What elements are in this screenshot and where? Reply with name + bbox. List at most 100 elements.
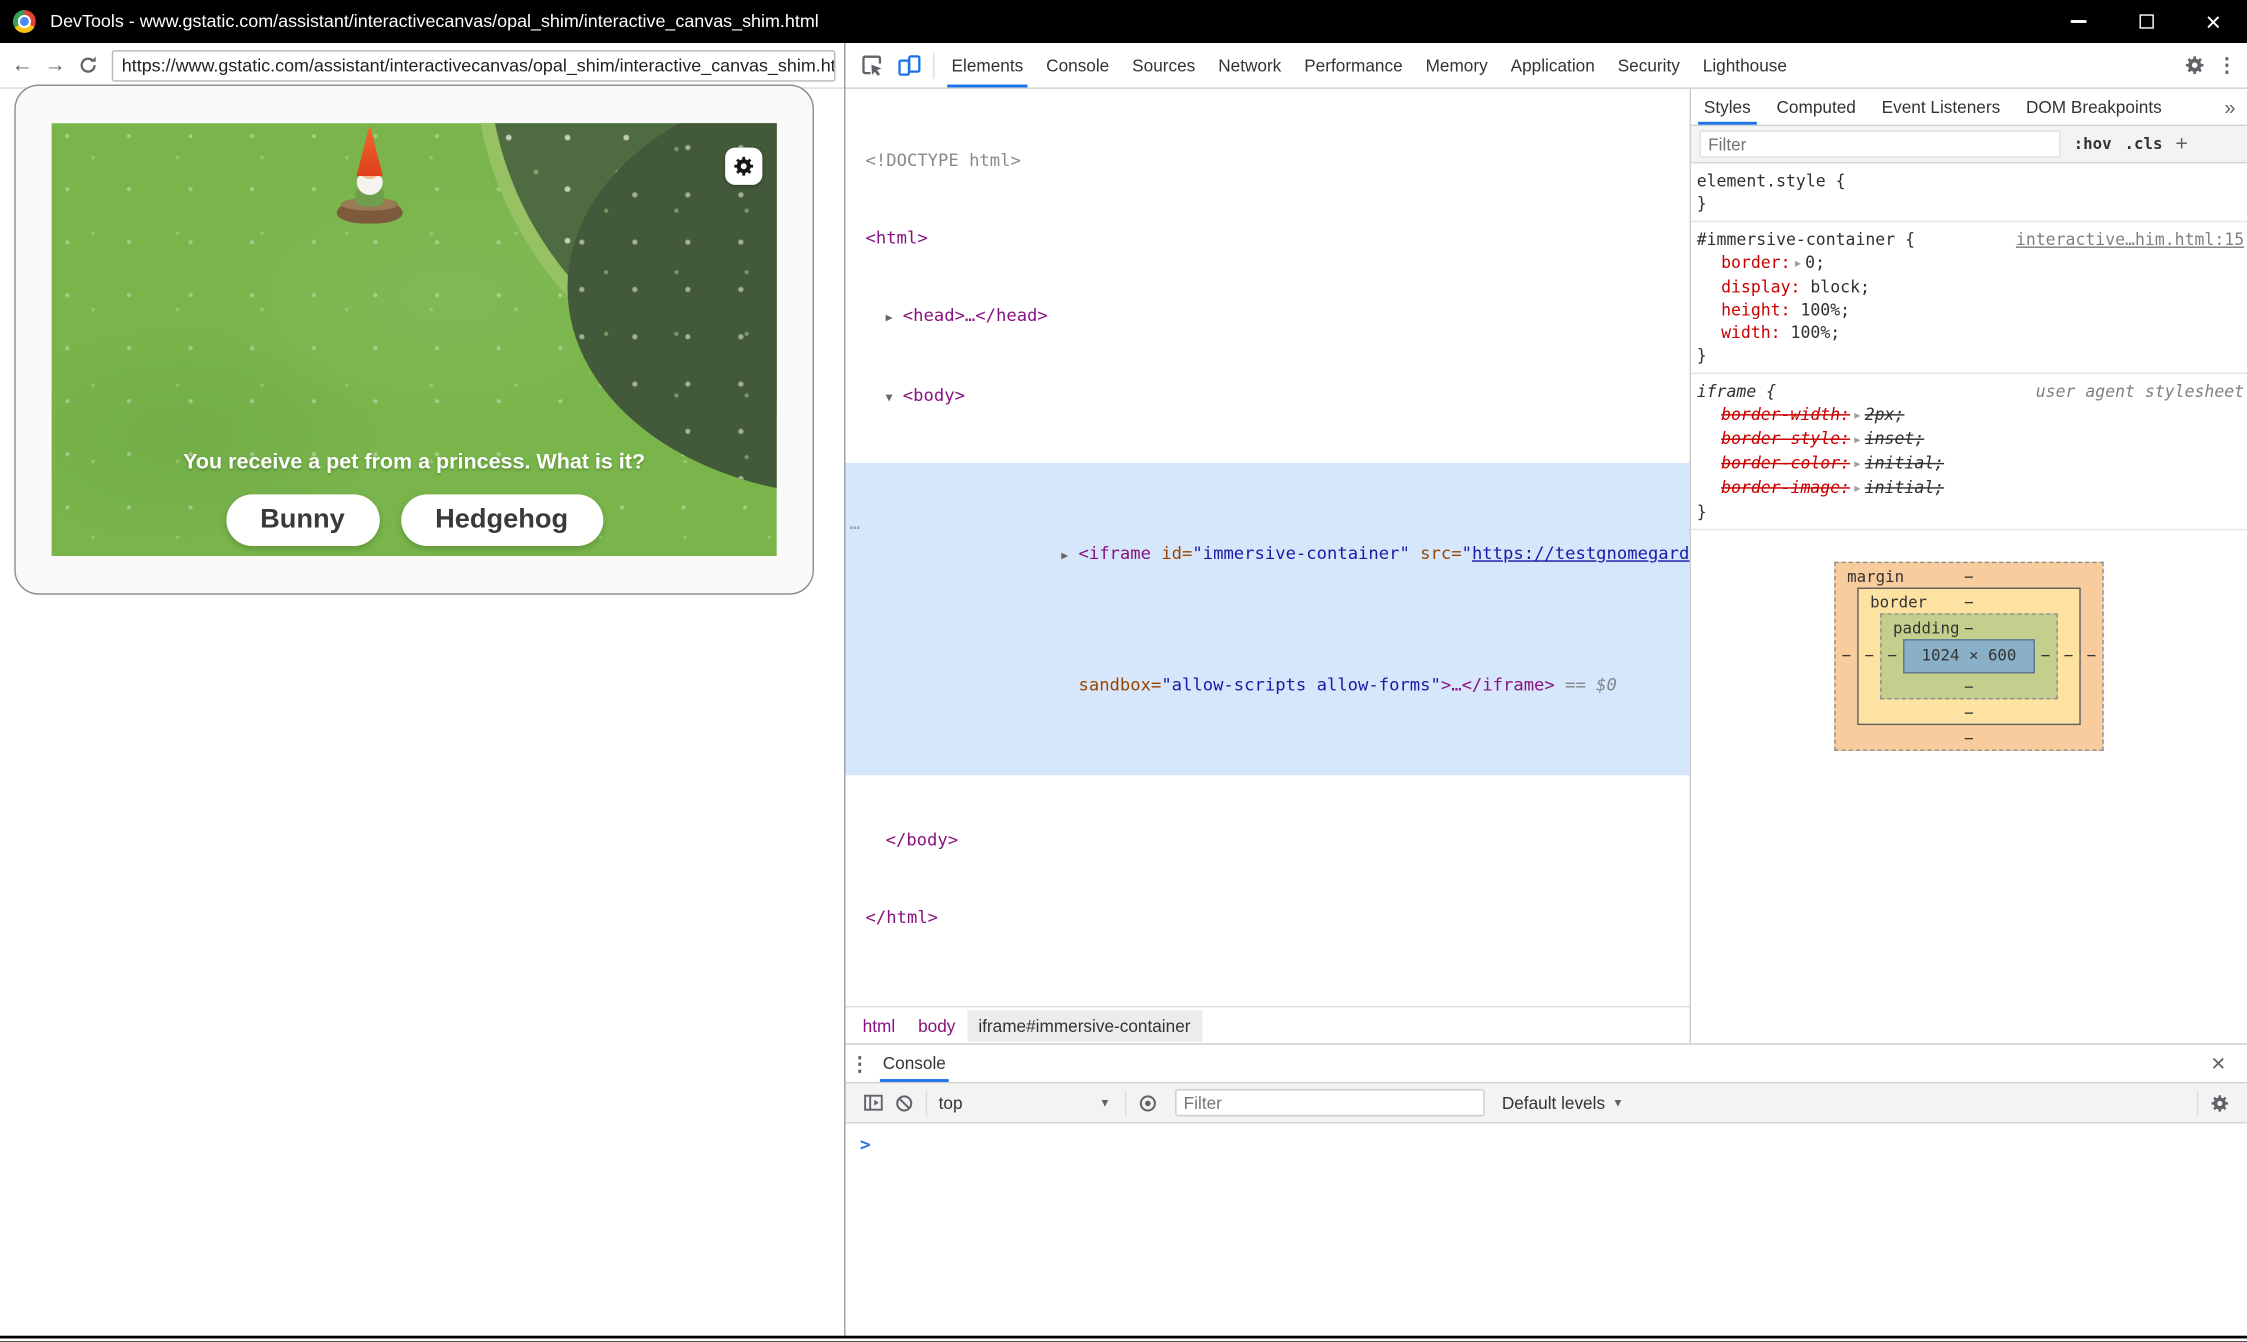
clear-console-icon [894,1093,914,1113]
css-property[interactable]: border:▶0; [1697,251,2244,275]
box-model-padding: padding− − 1024 × 600 − − [1880,613,2058,699]
eye-icon [1138,1093,1158,1113]
crumb-iframe[interactable]: iframe#immersive-container [967,1010,1202,1042]
console-drawer: ⋮ Console top ▼ Default le [845,1043,2247,1335]
minimize-icon [2071,20,2087,22]
clear-console-button[interactable] [888,1087,920,1119]
close-icon [2204,12,2223,31]
tab-security[interactable]: Security [1606,43,1691,87]
styles-filter-bar: :hov .cls + [1691,126,2247,163]
close-drawer-button[interactable] [2201,1045,2235,1082]
dom-node-body-close[interactable]: </body> [845,827,1689,853]
css-property[interactable]: width: 100%; [1697,321,2244,344]
console-prompt[interactable]: > [860,1134,871,1155]
bunny-button[interactable]: Bunny [226,494,379,546]
box-model: margin− − border− − [1691,530,2247,782]
css-property-overridden[interactable]: border-width:▶2px; [1697,403,2244,427]
device-toolbar-button[interactable] [890,47,927,84]
url-input[interactable]: https://www.gstatic.com/assistant/intera… [112,49,836,81]
devtools-settings-button[interactable] [2175,47,2212,84]
tab-memory[interactable]: Memory [1414,43,1499,87]
twisty-icon[interactable]: ▶ [886,305,903,331]
breadcrumb: html body iframe#immersive-container [845,1006,1689,1043]
hedgehog-button[interactable]: Hedgehog [401,494,603,546]
window-title: DevTools - www.gstatic.com/assistant/int… [50,11,819,31]
tab-event-listeners[interactable]: Event Listeners [1869,89,2013,125]
maximize-button[interactable] [2112,0,2179,43]
cls-toggle[interactable]: .cls [2124,135,2162,154]
devtools-toolbar-right: ⋮ [2175,47,2247,84]
css-property-overridden[interactable]: border-image:▶initial; [1697,476,2244,500]
rule-iframe-ua[interactable]: iframe { user agent stylesheet border-wi… [1691,374,2247,530]
console-sidebar-icon [862,1092,883,1113]
game-settings-button[interactable] [725,148,762,185]
dom-node-html-close[interactable]: </html> [845,904,1689,930]
twisty-icon[interactable]: ▼ [886,385,903,411]
dom-node-head[interactable]: ▶<head>…</head> [845,302,1689,331]
css-property[interactable]: display: block; [1697,275,2244,298]
gutter-dots-icon: ⋯ [850,514,859,540]
css-property-overridden[interactable]: border-color:▶initial; [1697,451,2244,475]
console-toolbar: top ▼ Default levels ▼ [845,1083,2247,1123]
more-tabs-icon[interactable]: » [2224,95,2247,118]
tab-styles[interactable]: Styles [1691,89,1764,125]
console-settings-button[interactable] [2204,1087,2236,1119]
dom-node-iframe-selected[interactable]: ⋯▶<iframe id="immersive-container" src="… [845,463,1689,775]
device-toolbar-icon [896,53,920,77]
css-property[interactable]: height: 100%; [1697,298,2244,321]
drawer-menu-button[interactable]: ⋮ [845,1051,874,1075]
new-style-rule-button[interactable]: + [2175,132,2188,156]
back-button[interactable]: ← [6,54,39,75]
tab-dom-breakpoints[interactable]: DOM Breakpoints [2013,89,2175,125]
log-levels-selector[interactable]: Default levels ▼ [1502,1093,1624,1113]
tab-performance[interactable]: Performance [1293,43,1414,87]
devtools-panel: Elements Console Sources Network Perform… [845,43,2247,1336]
expand-icon[interactable]: ▶ [1850,434,1865,445]
dom-node-doctype[interactable]: <!DOCTYPE html> [845,148,1689,174]
hov-toggle[interactable]: :hov [2074,135,2112,154]
rule-immersive-container[interactable]: #immersive-container { interactive…him.h… [1691,222,2247,374]
inspect-element-button[interactable] [853,47,890,84]
page-viewport: You receive a pet from a princess. What … [0,89,844,1336]
crumb-body[interactable]: body [907,1010,967,1042]
close-button[interactable] [2180,0,2247,43]
tab-computed[interactable]: Computed [1764,89,1869,125]
reload-button[interactable] [72,54,105,75]
selected-node-marker: == $0 [1555,675,1617,695]
context-selector[interactable]: top ▼ [933,1093,1119,1113]
dom-node-body-open[interactable]: ▼<body> [845,383,1689,412]
expand-icon[interactable]: ▶ [1791,258,1806,269]
toolbar-divider [1125,1090,1126,1116]
toolbar-divider [933,52,934,78]
console-output[interactable]: > [845,1123,2247,1335]
styles-filter-input[interactable] [1700,130,2061,157]
tab-console[interactable]: Console [1035,43,1121,87]
console-filter-input[interactable] [1175,1089,1485,1116]
expand-icon[interactable]: ▶ [1850,459,1865,470]
tab-lighthouse[interactable]: Lighthouse [1691,43,1798,87]
forward-button[interactable]: → [39,54,72,75]
tab-network[interactable]: Network [1207,43,1293,87]
iframe-src-link[interactable]: https://testgnomegarden.firebaseapp.com [1472,543,1690,563]
rule-element-style[interactable]: element.style { } [1691,163,2247,222]
console-tab[interactable]: Console [880,1045,949,1082]
css-property-overridden[interactable]: border-style:▶inset; [1697,427,2244,451]
live-expression-button[interactable] [1132,1087,1164,1119]
tab-application[interactable]: Application [1499,43,1606,87]
expand-icon[interactable]: ▶ [1850,483,1865,494]
iframe-line-2[interactable]: sandbox="allow-scripts allow-forms">…</i… [845,646,1689,723]
crumb-html[interactable]: html [851,1010,906,1042]
tab-sources[interactable]: Sources [1121,43,1207,87]
tab-elements[interactable]: Elements [940,43,1035,87]
rule-source-link[interactable]: interactive…him.html:15 [2004,228,2244,251]
minimize-button[interactable] [2045,0,2112,43]
twisty-icon[interactable]: ▶ [1061,543,1078,569]
dom-node-html-open[interactable]: <html> [845,225,1689,251]
iframe-line-1[interactable]: ⋯▶<iframe id="immersive-container" src="… [845,514,1689,594]
expand-icon[interactable]: ▶ [1850,410,1865,421]
devtools-menu-button[interactable]: ⋮ [2213,53,2242,77]
console-sidebar-button[interactable] [857,1087,889,1119]
gear-icon [2183,54,2204,75]
dom-tree: <!DOCTYPE html> <html> ▶<head>…</head> ▼… [845,89,1689,1006]
window-content: ← → https://www.gstatic.com/assistant/in… [0,43,2247,1338]
